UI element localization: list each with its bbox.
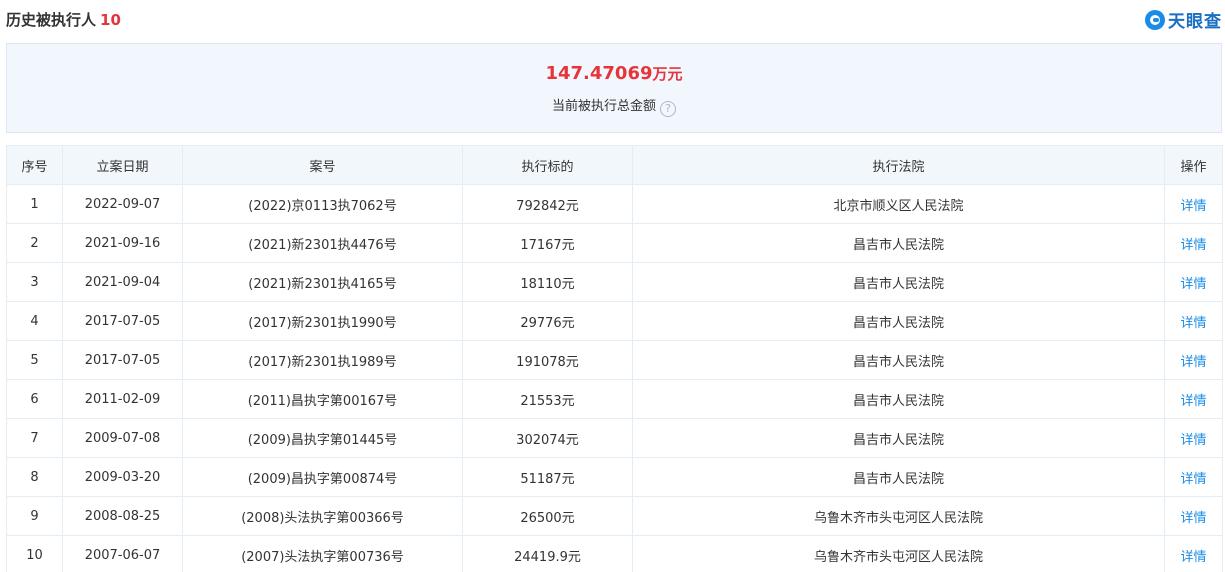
help-icon[interactable]: ? — [660, 101, 676, 117]
cell-date: 2021-09-16 — [62, 223, 183, 263]
cell-date: 2008-08-25 — [62, 496, 183, 536]
cell-date: 2022-09-07 — [62, 184, 183, 224]
cell-court: 乌鲁木齐市头屯河区人民法院 — [632, 535, 1165, 572]
detail-link[interactable]: 详情 — [1164, 262, 1223, 302]
cell-court: 北京市顺义区人民法院 — [632, 184, 1165, 224]
table-row: 2 2021-09-16 (2021)新2301执4476号 17167元 昌吉… — [6, 223, 1223, 263]
table-row: 4 2017-07-05 (2017)新2301执1990号 29776元 昌吉… — [6, 301, 1223, 341]
table-row: 8 2009-03-20 (2009)昌执字第00874号 51187元 昌吉市… — [6, 457, 1223, 497]
cell-amount: 302074元 — [462, 418, 633, 458]
table-row: 9 2008-08-25 (2008)头法执字第00366号 26500元 乌鲁… — [6, 496, 1223, 536]
total-amount-label: 当前被执行总金额? — [7, 95, 1221, 117]
cell-amount: 792842元 — [462, 184, 633, 224]
table-row: 5 2017-07-05 (2017)新2301执1989号 191078元 昌… — [6, 340, 1223, 380]
table-row: 3 2021-09-04 (2021)新2301执4165号 18110元 昌吉… — [6, 262, 1223, 302]
summary-panel: 147.47069万元 当前被执行总金额? — [6, 43, 1222, 133]
detail-link[interactable]: 详情 — [1164, 379, 1223, 419]
table-header-row: 序号 立案日期 案号 执行标的 执行法院 操作 — [6, 145, 1223, 185]
cell-date: 2017-07-05 — [62, 340, 183, 380]
cell-case-number: (2009)昌执字第00874号 — [182, 457, 463, 497]
cell-amount: 24419.9元 — [462, 535, 633, 572]
cell-court: 昌吉市人民法院 — [632, 379, 1165, 419]
tianyancha-logo-icon — [1145, 9, 1165, 30]
cell-amount: 26500元 — [462, 496, 633, 536]
brand-logo[interactable]: 天眼查 — [1145, 7, 1222, 32]
cell-no: 8 — [6, 457, 63, 497]
column-header-no: 序号 — [6, 145, 63, 185]
cell-court: 昌吉市人民法院 — [632, 223, 1165, 263]
cell-no: 6 — [6, 379, 63, 419]
cell-date: 2011-02-09 — [62, 379, 183, 419]
cell-case-number: (2009)昌执字第01445号 — [182, 418, 463, 458]
cell-no: 10 — [6, 535, 63, 572]
cell-case-number: (2011)昌执字第00167号 — [182, 379, 463, 419]
cell-court: 昌吉市人民法院 — [632, 340, 1165, 380]
cell-amount: 51187元 — [462, 457, 633, 497]
cell-court: 昌吉市人民法院 — [632, 262, 1165, 302]
section-title: 历史被执行人 10 — [6, 9, 121, 30]
cell-court: 昌吉市人民法院 — [632, 418, 1165, 458]
section-title-text: 历史被执行人 — [6, 11, 97, 29]
cell-date: 2021-09-04 — [62, 262, 183, 302]
detail-link[interactable]: 详情 — [1164, 496, 1223, 536]
cell-case-number: (2021)新2301执4476号 — [182, 223, 463, 263]
cell-no: 3 — [6, 262, 63, 302]
total-amount: 147.47069万元 — [7, 63, 1221, 84]
detail-link[interactable]: 详情 — [1164, 223, 1223, 263]
cell-date: 2007-06-07 — [62, 535, 183, 572]
cell-amount: 21553元 — [462, 379, 633, 419]
detail-link[interactable]: 详情 — [1164, 340, 1223, 380]
detail-link[interactable]: 详情 — [1164, 457, 1223, 497]
cell-court: 昌吉市人民法院 — [632, 301, 1165, 341]
column-header-action: 操作 — [1164, 145, 1223, 185]
cell-case-number: (2021)新2301执4165号 — [182, 262, 463, 302]
cell-amount: 191078元 — [462, 340, 633, 380]
column-header-amount: 执行标的 — [462, 145, 633, 185]
cell-no: 7 — [6, 418, 63, 458]
detail-link[interactable]: 详情 — [1164, 301, 1223, 341]
column-header-court: 执行法院 — [632, 145, 1165, 185]
cell-date: 2009-03-20 — [62, 457, 183, 497]
detail-link[interactable]: 详情 — [1164, 418, 1223, 458]
cell-date: 2017-07-05 — [62, 301, 183, 341]
table-row: 7 2009-07-08 (2009)昌执字第01445号 302074元 昌吉… — [6, 418, 1223, 458]
table-row: 1 2022-09-07 (2022)京0113执7062号 792842元 北… — [6, 184, 1223, 224]
cell-case-number: (2008)头法执字第00366号 — [182, 496, 463, 536]
cell-no: 9 — [6, 496, 63, 536]
cell-no: 4 — [6, 301, 63, 341]
cell-case-number: (2007)头法执字第00736号 — [182, 535, 463, 572]
cell-case-number: (2022)京0113执7062号 — [182, 184, 463, 224]
cell-date: 2009-07-08 — [62, 418, 183, 458]
total-amount-unit: 万元 — [652, 65, 683, 83]
cell-court: 乌鲁木齐市头屯河区人民法院 — [632, 496, 1165, 536]
cell-no: 5 — [6, 340, 63, 380]
cell-case-number: (2017)新2301执1989号 — [182, 340, 463, 380]
cell-amount: 17167元 — [462, 223, 633, 263]
table-row: 10 2007-06-07 (2007)头法执字第00736号 24419.9元… — [6, 535, 1223, 572]
column-header-date: 立案日期 — [62, 145, 183, 185]
section-header: 历史被执行人 10 天眼查 — [6, 0, 1222, 38]
detail-link[interactable]: 详情 — [1164, 535, 1223, 572]
cell-case-number: (2017)新2301执1990号 — [182, 301, 463, 341]
total-amount-label-text: 当前被执行总金额 — [551, 99, 656, 114]
cell-court: 昌吉市人民法院 — [632, 457, 1165, 497]
cell-no: 2 — [6, 223, 63, 263]
cell-amount: 29776元 — [462, 301, 633, 341]
column-header-case: 案号 — [182, 145, 463, 185]
table-row: 6 2011-02-09 (2011)昌执字第00167号 21553元 昌吉市… — [6, 379, 1223, 419]
brand-name: 天眼查 — [1168, 12, 1222, 32]
cell-amount: 18110元 — [462, 262, 633, 302]
total-amount-value: 147.47069 — [545, 63, 653, 84]
cell-no: 1 — [6, 184, 63, 224]
record-count-badge: 10 — [100, 11, 121, 29]
executed-person-table: 序号 立案日期 案号 执行标的 执行法院 操作 1 2022-09-07 (20… — [6, 145, 1223, 572]
detail-link[interactable]: 详情 — [1164, 184, 1223, 224]
